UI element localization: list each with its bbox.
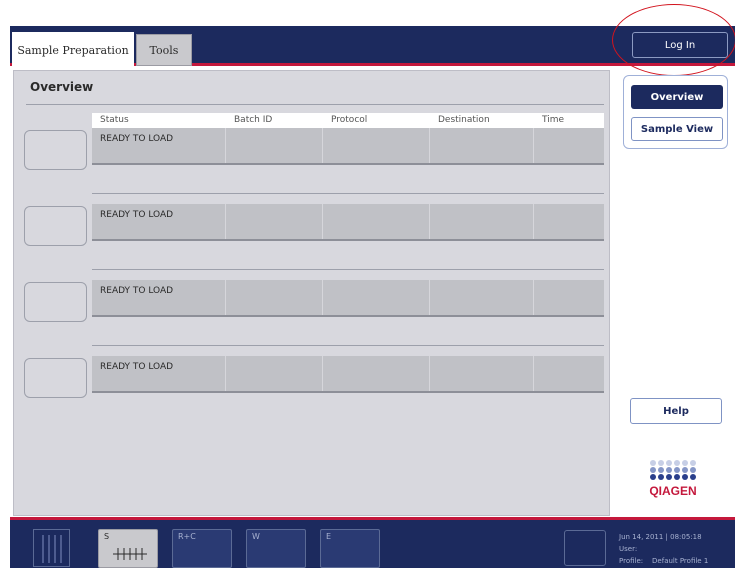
column-headers: Status Batch ID Protocol Destination Tim… [92,113,604,128]
overview-panel: Overview Status Batch ID Protocol Destin… [13,70,610,516]
batch-slot-button[interactable] [24,130,87,170]
rack-lines-icon [42,535,62,563]
table-row[interactable]: READY TO LOAD [92,280,604,317]
column-header-status: Status [100,115,129,125]
drawer-e-button[interactable]: E [320,529,380,568]
protocol-cell [323,128,430,163]
profile-value: Default Profile 1 [652,557,709,565]
user-label: User: [619,545,638,553]
batch-id-cell [226,356,323,391]
status-indicator-box[interactable] [564,530,606,566]
time-cell [534,128,604,163]
batch-id-cell [226,128,323,163]
column-header-destination: Destination [438,115,490,125]
status-cell: READY TO LOAD [92,280,226,315]
help-button[interactable]: Help [630,398,722,424]
table-row[interactable]: READY TO LOAD [92,128,604,165]
row-separator [92,345,604,346]
protocol-cell [323,204,430,239]
batch-id-cell [226,280,323,315]
protocol-cell [323,280,430,315]
divider [26,104,604,105]
time-cell [534,356,604,391]
batch-slot-button[interactable] [24,358,87,398]
view-nav-group: Overview Sample View [623,75,728,149]
batch-group: READY TO LOAD [22,356,604,416]
rack-icon[interactable] [33,529,70,567]
tab-sample-preparation[interactable]: Sample Preparation [12,32,134,69]
time-cell [534,280,604,315]
profile-label: Profile: [619,557,644,565]
drawer-rc-button[interactable]: R+C [172,529,232,568]
batch-group: READY TO LOAD [22,204,604,270]
destination-cell [430,356,534,391]
protocol-cell [323,356,430,391]
tube-rack-icon [113,548,147,560]
status-info: Jun 14, 2011 | 08:05:18 User: Profile: D… [619,531,708,567]
qiagen-logo: QIAGEN [649,460,697,498]
drawer-label: S [104,532,110,541]
table-row[interactable]: READY TO LOAD [92,204,604,241]
logo-text: QIAGEN [649,484,696,498]
batch-slot-button[interactable] [24,206,87,246]
time-cell [534,204,604,239]
column-header-batch-id: Batch ID [234,115,273,125]
overview-button[interactable]: Overview [631,85,723,109]
destination-cell [430,204,534,239]
datetime: Jun 14, 2011 | 08:05:18 [619,533,702,541]
destination-cell [430,128,534,163]
drawer-s-button[interactable]: S [98,529,158,568]
batch-id-cell [226,204,323,239]
row-separator [92,193,604,194]
destination-cell [430,280,534,315]
batch-group: READY TO LOAD [22,280,604,346]
batch-group: READY TO LOAD [22,128,604,194]
column-header-protocol: Protocol [331,115,368,125]
batch-slot-button[interactable] [24,282,87,322]
profile-line: Profile: Default Profile 1 [619,555,708,567]
row-separator [92,269,604,270]
drawer-w-button[interactable]: W [246,529,306,568]
bottom-bar: S R+C W E Jun 14, 2011 | 08:05:18 User: … [10,517,735,568]
drawer-label: E [326,532,332,541]
log-in-button[interactable]: Log In [632,32,728,58]
sample-view-button[interactable]: Sample View [631,117,723,141]
drawer-label: W [252,532,260,541]
table-row[interactable]: READY TO LOAD [92,356,604,393]
status-cell: READY TO LOAD [92,356,226,391]
top-bar: Sample Preparation Tools Log In [10,26,735,69]
overview-title: Overview [30,80,94,94]
column-header-time: Time [542,115,565,125]
status-cell: READY TO LOAD [92,128,226,163]
drawer-label: R+C [178,532,196,541]
status-cell: READY TO LOAD [92,204,226,239]
tab-tools[interactable]: Tools [136,34,192,66]
